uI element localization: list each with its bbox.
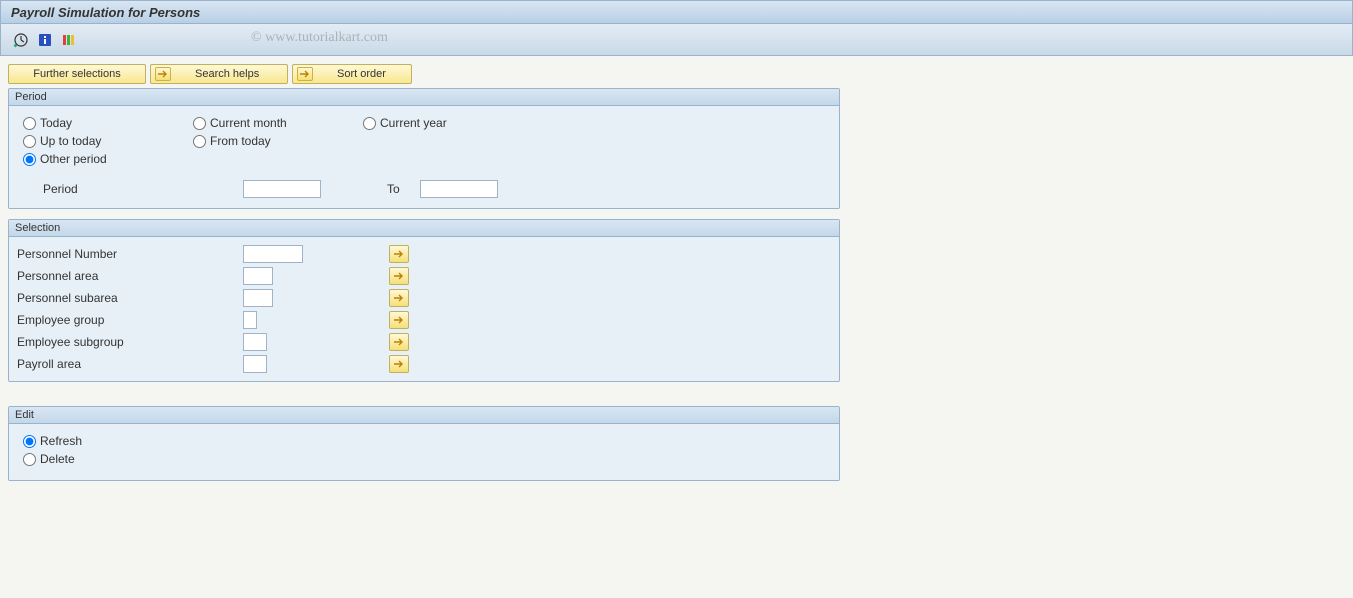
page-title: Payroll Simulation for Persons [11, 5, 200, 20]
further-selections-label: Further selections [33, 68, 120, 80]
toolbar: © www.tutorialkart.com [0, 24, 1353, 56]
radio-refresh[interactable] [23, 435, 36, 448]
multi-select-personnel-number[interactable] [389, 245, 409, 263]
period-to-input[interactable] [420, 180, 498, 198]
label-payroll-area: Payroll area [17, 357, 243, 371]
label-up-to-today: Up to today [40, 134, 101, 148]
input-personnel-number[interactable] [243, 245, 303, 263]
label-personnel-area: Personnel area [17, 269, 243, 283]
input-personnel-subarea[interactable] [243, 289, 273, 307]
selection-row-personnel-subarea: Personnel subarea [17, 287, 831, 309]
selection-row-employee-subgroup: Employee subgroup [17, 331, 831, 353]
selection-group-title: Selection [9, 220, 839, 237]
radio-up-to-today[interactable] [23, 135, 36, 148]
multi-select-payroll-area[interactable] [389, 355, 409, 373]
multi-select-personnel-area[interactable] [389, 267, 409, 285]
selection-row-personnel-number: Personnel Number [17, 243, 831, 265]
search-helps-label: Search helps [195, 68, 259, 80]
selection-row-personnel-area: Personnel area [17, 265, 831, 287]
input-employee-subgroup[interactable] [243, 333, 267, 351]
period-from-input[interactable] [243, 180, 321, 198]
selection-row-employee-group: Employee group [17, 309, 831, 331]
label-employee-subgroup: Employee subgroup [17, 335, 243, 349]
label-personnel-subarea: Personnel subarea [17, 291, 243, 305]
radio-from-today[interactable] [193, 135, 206, 148]
execute-icon[interactable] [11, 30, 31, 50]
label-today: Today [40, 116, 72, 130]
label-employee-group: Employee group [17, 313, 243, 327]
radio-delete[interactable] [23, 453, 36, 466]
label-from-today: From today [210, 134, 271, 148]
radio-current-year[interactable] [363, 117, 376, 130]
label-delete: Delete [40, 452, 75, 466]
input-payroll-area[interactable] [243, 355, 267, 373]
period-group: Period Today Current month Current year [8, 88, 840, 209]
label-personnel-number: Personnel Number [17, 247, 243, 261]
multi-select-personnel-subarea[interactable] [389, 289, 409, 307]
header-bar: Payroll Simulation for Persons [0, 0, 1353, 24]
edit-group: Edit Refresh Delete [8, 406, 840, 481]
arrow-right-icon [155, 67, 171, 81]
multi-select-employee-group[interactable] [389, 311, 409, 329]
further-selections-button[interactable]: Further selections [8, 64, 146, 84]
period-label: Period [23, 182, 243, 196]
label-current-month: Current month [210, 116, 287, 130]
selection-row-payroll-area: Payroll area [17, 353, 831, 375]
button-row: Further selections Search helps Sort ord… [8, 64, 1345, 84]
search-helps-button[interactable]: Search helps [150, 64, 288, 84]
input-personnel-area[interactable] [243, 267, 273, 285]
info-icon[interactable] [35, 30, 55, 50]
variant-icon[interactable] [59, 30, 79, 50]
sort-order-label: Sort order [337, 68, 386, 80]
radio-today[interactable] [23, 117, 36, 130]
input-employee-group[interactable] [243, 311, 257, 329]
sort-order-button[interactable]: Sort order [292, 64, 412, 84]
label-refresh: Refresh [40, 434, 82, 448]
label-other-period: Other period [40, 152, 107, 166]
content-area: Further selections Search helps Sort ord… [0, 56, 1353, 499]
watermark: © www.tutorialkart.com [251, 30, 388, 46]
period-group-title: Period [9, 89, 839, 106]
multi-select-employee-subgroup[interactable] [389, 333, 409, 351]
arrow-right-icon [297, 67, 313, 81]
radio-current-month[interactable] [193, 117, 206, 130]
radio-other-period[interactable] [23, 153, 36, 166]
period-to-label: To [387, 182, 400, 196]
label-current-year: Current year [380, 116, 447, 130]
edit-group-title: Edit [9, 407, 839, 424]
selection-group: Selection Personnel Number Personnel are… [8, 219, 840, 382]
